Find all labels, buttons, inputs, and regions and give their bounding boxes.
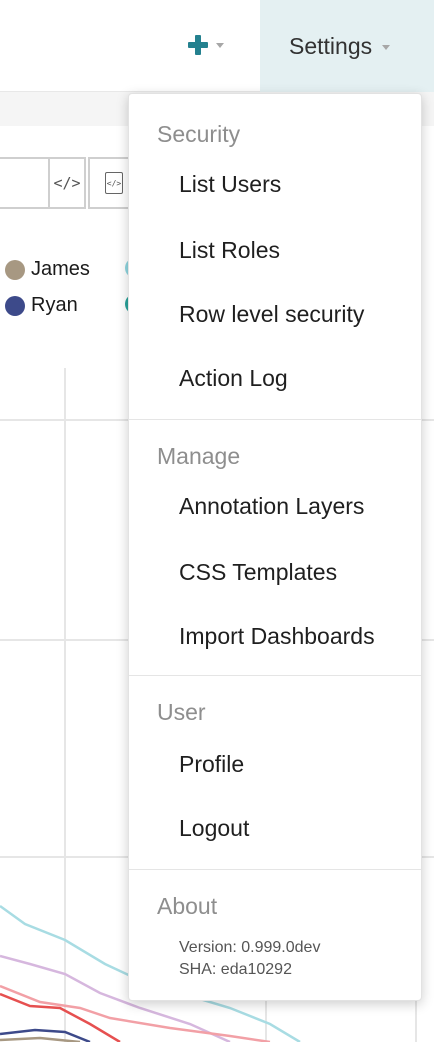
version-info: Version: 0.999.0dev bbox=[179, 939, 321, 956]
menu-item-list-roles[interactable]: List Roles bbox=[179, 237, 280, 264]
caret-down-icon bbox=[382, 44, 391, 50]
settings-menu-toggle[interactable]: Settings bbox=[260, 0, 434, 92]
menu-item-annotation-layers[interactable]: Annotation Layers bbox=[179, 493, 364, 520]
menu-item-list-users[interactable]: List Users bbox=[179, 171, 281, 198]
menu-header-security: Security bbox=[157, 121, 241, 147]
legend-label: James bbox=[31, 258, 90, 280]
embed-code-icon: </> bbox=[53, 174, 81, 192]
add-new-button[interactable] bbox=[188, 26, 248, 64]
caret-down-icon bbox=[216, 42, 224, 48]
sha-info: SHA: eda10292 bbox=[179, 961, 292, 978]
settings-label: Settings bbox=[289, 32, 373, 59]
legend-item[interactable]: Ryan bbox=[5, 294, 78, 317]
menu-item-row-level-security[interactable]: Row level security bbox=[179, 301, 364, 328]
menu-divider bbox=[129, 869, 421, 870]
menu-divider bbox=[129, 675, 421, 676]
settings-dropdown: Security List Users List Roles Row level… bbox=[128, 93, 422, 1001]
plus-icon bbox=[188, 35, 208, 55]
legend-dot-icon bbox=[5, 295, 25, 316]
chart-toolbar: </> </> bbox=[0, 157, 140, 209]
navbar: Settings bbox=[0, 0, 434, 92]
legend-item[interactable]: James bbox=[5, 258, 90, 281]
legend-label: Ryan bbox=[31, 294, 78, 316]
legend-dot-icon bbox=[5, 259, 25, 280]
series-line bbox=[0, 1036, 81, 1042]
toolbar-button[interactable] bbox=[0, 157, 50, 209]
menu-item-import-dashboards[interactable]: Import Dashboards bbox=[179, 623, 375, 650]
menu-header-user: User bbox=[157, 699, 206, 725]
menu-divider bbox=[129, 419, 421, 420]
embed-code-button[interactable]: </> bbox=[48, 157, 86, 209]
menu-item-profile[interactable]: Profile bbox=[179, 751, 244, 778]
series-line bbox=[0, 992, 121, 1042]
menu-item-action-log[interactable]: Action Log bbox=[179, 365, 288, 392]
file-code-icon: </> bbox=[105, 172, 123, 194]
menu-item-logout[interactable]: Logout bbox=[179, 815, 249, 842]
menu-header-manage: Manage bbox=[157, 443, 241, 469]
menu-header-about: About bbox=[157, 893, 218, 919]
menu-item-css-templates[interactable]: CSS Templates bbox=[179, 559, 337, 586]
